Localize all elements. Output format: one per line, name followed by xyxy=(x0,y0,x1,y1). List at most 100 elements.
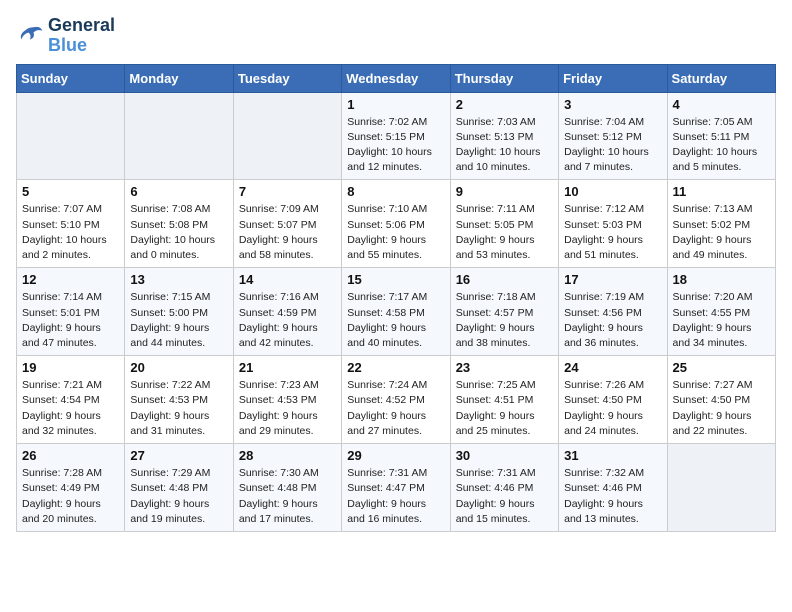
logo-icon xyxy=(16,22,44,50)
calendar-cell: 13Sunrise: 7:15 AMSunset: 5:00 PMDayligh… xyxy=(125,268,233,356)
day-info: Sunrise: 7:29 AMSunset: 4:48 PMDaylight:… xyxy=(130,466,227,527)
calendar-cell: 12 Sunrise: 7:14 AMSunset: 5:01 PMDayligh… xyxy=(17,268,125,356)
calendar-cell: 31Sunrise: 7:32 AMSunset: 4:46 PMDayligh… xyxy=(559,444,667,532)
day-number: 1 xyxy=(347,97,444,112)
day-info: Sunrise: 7:31 AMSunset: 4:47 PMDaylight:… xyxy=(347,466,444,527)
day-info: Sunrise: 7:28 AMSunset: 4:49 PMDaylight:… xyxy=(22,466,119,527)
day-number: 3 xyxy=(564,97,661,112)
calendar-cell: 30 Sunrise: 7:31 AMSunset: 4:46 PMDayligh… xyxy=(450,444,558,532)
day-info: Sunrise: 7:31 AMSunset: 4:46 PMDaylight:… xyxy=(456,466,553,527)
calendar-cell: 3 Sunrise: 7:04 AMSunset: 5:12 PMDaylight… xyxy=(559,92,667,180)
day-info: Sunrise: 7:12 AMSunset: 5:03 PMDaylight:… xyxy=(564,202,661,263)
day-info: Sunrise: 7:30 AMSunset: 4:48 PMDaylight:… xyxy=(239,466,336,527)
calendar-cell: 11Sunrise: 7:13 AMSunset: 5:02 PMDayligh… xyxy=(667,180,775,268)
day-info: Sunrise: 7:23 AMSunset: 4:53 PMDaylight:… xyxy=(239,378,336,439)
calendar-cell xyxy=(233,92,341,180)
day-info: Sunrise: 7:24 AMSunset: 4:52 PMDaylight:… xyxy=(347,378,444,439)
day-number: 30 xyxy=(456,448,553,463)
week-row-0: 1 Sunrise: 7:02 AMSunset: 5:15 PMDaylight… xyxy=(17,92,776,180)
calendar-cell: 7Sunrise: 7:09 AMSunset: 5:07 PMDaylight… xyxy=(233,180,341,268)
day-number: 27 xyxy=(130,448,227,463)
day-info: Sunrise: 7:13 AMSunset: 5:02 PMDaylight:… xyxy=(673,202,770,263)
day-info: Sunrise: 7:14 AMSunset: 5:01 PMDaylight:… xyxy=(22,290,119,351)
day-number: 7 xyxy=(239,184,336,199)
calendar-cell: 21 Sunrise: 7:23 AMSunset: 4:53 PMDayligh… xyxy=(233,356,341,444)
day-info: Sunrise: 7:20 AMSunset: 4:55 PMDaylight:… xyxy=(673,290,770,351)
day-number: 24 xyxy=(564,360,661,375)
calendar-cell: 23 Sunrise: 7:25 AMSunset: 4:51 PMDayligh… xyxy=(450,356,558,444)
day-number: 16 xyxy=(456,272,553,287)
week-row-4: 26 Sunrise: 7:28 AMSunset: 4:49 PMDayligh… xyxy=(17,444,776,532)
day-number: 4 xyxy=(673,97,770,112)
week-row-1: 5 Sunrise: 7:07 AMSunset: 5:10 PMDaylight… xyxy=(17,180,776,268)
day-info: Sunrise: 7:02 AMSunset: 5:15 PMDaylight:… xyxy=(347,115,444,176)
calendar-cell: 14 Sunrise: 7:16 AMSunset: 4:59 PMDayligh… xyxy=(233,268,341,356)
day-number: 12 xyxy=(22,272,119,287)
day-info: Sunrise: 7:21 AMSunset: 4:54 PMDaylight:… xyxy=(22,378,119,439)
calendar-cell: 10 Sunrise: 7:12 AMSunset: 5:03 PMDayligh… xyxy=(559,180,667,268)
day-info: Sunrise: 7:17 AMSunset: 4:58 PMDaylight:… xyxy=(347,290,444,351)
day-info: Sunrise: 7:22 AMSunset: 4:53 PMDaylight:… xyxy=(130,378,227,439)
day-info: Sunrise: 7:08 AMSunset: 5:08 PMDaylight:… xyxy=(130,202,227,263)
calendar-cell: 9Sunrise: 7:11 AMSunset: 5:05 PMDaylight… xyxy=(450,180,558,268)
day-number: 19 xyxy=(22,360,119,375)
calendar-cell: 1 Sunrise: 7:02 AMSunset: 5:15 PMDaylight… xyxy=(342,92,450,180)
calendar-cell: 15Sunrise: 7:17 AMSunset: 4:58 PMDayligh… xyxy=(342,268,450,356)
day-info: Sunrise: 7:19 AMSunset: 4:56 PMDaylight:… xyxy=(564,290,661,351)
day-info: Sunrise: 7:18 AMSunset: 4:57 PMDaylight:… xyxy=(456,290,553,351)
week-row-2: 12 Sunrise: 7:14 AMSunset: 5:01 PMDayligh… xyxy=(17,268,776,356)
day-number: 18 xyxy=(673,272,770,287)
calendar-cell xyxy=(667,444,775,532)
calendar-cell: 18 Sunrise: 7:20 AMSunset: 4:55 PMDayligh… xyxy=(667,268,775,356)
calendar-cell: 24 Sunrise: 7:26 AMSunset: 4:50 PMDayligh… xyxy=(559,356,667,444)
calendar-cell: 4 Sunrise: 7:05 AMSunset: 5:11 PMDaylight… xyxy=(667,92,775,180)
day-number: 21 xyxy=(239,360,336,375)
calendar-cell: 5 Sunrise: 7:07 AMSunset: 5:10 PMDaylight… xyxy=(17,180,125,268)
calendar-cell: 29Sunrise: 7:31 AMSunset: 4:47 PMDayligh… xyxy=(342,444,450,532)
day-number: 28 xyxy=(239,448,336,463)
calendar-cell: 28 Sunrise: 7:30 AMSunset: 4:48 PMDayligh… xyxy=(233,444,341,532)
header-wednesday: Wednesday xyxy=(342,64,450,92)
day-info: Sunrise: 7:04 AMSunset: 5:12 PMDaylight:… xyxy=(564,115,661,176)
calendar-cell: 16 Sunrise: 7:18 AMSunset: 4:57 PMDayligh… xyxy=(450,268,558,356)
day-info: Sunrise: 7:25 AMSunset: 4:51 PMDaylight:… xyxy=(456,378,553,439)
day-info: Sunrise: 7:05 AMSunset: 5:11 PMDaylight:… xyxy=(673,115,770,176)
calendar-cell: 17 Sunrise: 7:19 AMSunset: 4:56 PMDayligh… xyxy=(559,268,667,356)
day-info: Sunrise: 7:26 AMSunset: 4:50 PMDaylight:… xyxy=(564,378,661,439)
logo-text: General Blue xyxy=(48,16,115,56)
header-monday: Monday xyxy=(125,64,233,92)
day-info: Sunrise: 7:07 AMSunset: 5:10 PMDaylight:… xyxy=(22,202,119,263)
header-thursday: Thursday xyxy=(450,64,558,92)
calendar-cell: 2Sunrise: 7:03 AMSunset: 5:13 PMDaylight… xyxy=(450,92,558,180)
day-number: 23 xyxy=(456,360,553,375)
day-number: 22 xyxy=(347,360,444,375)
header-friday: Friday xyxy=(559,64,667,92)
calendar-cell: 8Sunrise: 7:10 AMSunset: 5:06 PMDaylight… xyxy=(342,180,450,268)
calendar-cell: 20Sunrise: 7:22 AMSunset: 4:53 PMDayligh… xyxy=(125,356,233,444)
day-number: 13 xyxy=(130,272,227,287)
day-number: 5 xyxy=(22,184,119,199)
day-number: 25 xyxy=(673,360,770,375)
logo: General Blue xyxy=(16,16,115,56)
day-number: 10 xyxy=(564,184,661,199)
calendar-cell xyxy=(17,92,125,180)
day-info: Sunrise: 7:10 AMSunset: 5:06 PMDaylight:… xyxy=(347,202,444,263)
calendar-cell: 22 Sunrise: 7:24 AMSunset: 4:52 PMDayligh… xyxy=(342,356,450,444)
header-sunday: Sunday xyxy=(17,64,125,92)
day-number: 26 xyxy=(22,448,119,463)
day-number: 17 xyxy=(564,272,661,287)
page-header: General Blue xyxy=(16,16,776,56)
day-info: Sunrise: 7:03 AMSunset: 5:13 PMDaylight:… xyxy=(456,115,553,176)
header-tuesday: Tuesday xyxy=(233,64,341,92)
day-number: 31 xyxy=(564,448,661,463)
day-number: 9 xyxy=(456,184,553,199)
calendar-cell: 26 Sunrise: 7:28 AMSunset: 4:49 PMDayligh… xyxy=(17,444,125,532)
calendar-header-row: SundayMondayTuesdayWednesdayThursdayFrid… xyxy=(17,64,776,92)
calendar-cell xyxy=(125,92,233,180)
day-number: 6 xyxy=(130,184,227,199)
calendar-cell: 25Sunrise: 7:27 AMSunset: 4:50 PMDayligh… xyxy=(667,356,775,444)
day-number: 14 xyxy=(239,272,336,287)
calendar-cell: 19 Sunrise: 7:21 AMSunset: 4:54 PMDayligh… xyxy=(17,356,125,444)
header-saturday: Saturday xyxy=(667,64,775,92)
day-info: Sunrise: 7:16 AMSunset: 4:59 PMDaylight:… xyxy=(239,290,336,351)
